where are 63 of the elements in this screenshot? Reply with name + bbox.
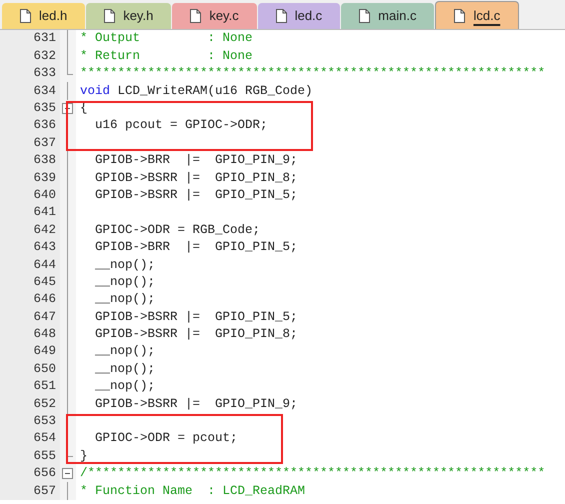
code-line: GPIOB->BSRR |= GPIO_PIN_8; — [94, 170, 298, 185]
line-number: 655 — [33, 450, 56, 462]
line-number: 634 — [33, 84, 56, 98]
code-line: GPIOB->BSRR |= GPIO_PIN_5; — [94, 310, 298, 324]
code-line: u16 pcout = GPIOC->ODR; — [94, 118, 268, 132]
code-line: GPIOC->ODR = RGB_Code; — [94, 222, 260, 237]
code-line: * Output : None — [80, 31, 253, 46]
line-number: 649 — [33, 345, 56, 358]
line-number: 635 — [33, 102, 56, 114]
line-number: 640 — [33, 188, 56, 202]
line-number: 646 — [33, 293, 56, 306]
code-line: GPIOB->BSRR |= GPIO_PIN_9; — [94, 396, 298, 411]
line-number: 654 — [33, 432, 56, 445]
code-line: __nop(); — [94, 362, 156, 376]
document-icon — [190, 9, 202, 23]
code-line: * Return : None — [80, 48, 253, 63]
line-number: 642 — [33, 224, 56, 236]
file-tab[interactable]: lcd.c — [435, 1, 520, 29]
document-icon — [359, 9, 370, 23]
line-number: 637 — [33, 136, 56, 150]
line-number: 653 — [33, 415, 56, 428]
line-number: 656 — [33, 467, 56, 480]
line-number: 638 — [33, 154, 56, 167]
line-number: 651 — [33, 380, 56, 393]
line-number: 650 — [33, 362, 56, 376]
code-line: void LCD_WriteRAM(u16 RGB_Code) — [80, 84, 313, 98]
code-line: __nop(); — [94, 274, 156, 289]
document-icon — [276, 9, 287, 23]
code-line: GPIOB->BSRR |= GPIO_PIN_8; — [94, 327, 298, 342]
code-line: GPIOB->BRR |= GPIO_PIN_5; — [94, 240, 298, 254]
line-number: 643 — [33, 241, 56, 254]
line-number: 636 — [33, 119, 56, 132]
collapse-icon[interactable] — [62, 468, 73, 479]
line-number: 633 — [33, 67, 56, 80]
file-tab[interactable]: led.c — [258, 3, 340, 29]
code-line: __nop(); — [94, 379, 156, 394]
code-line: /************************************************************* — [80, 466, 546, 480]
document-icon — [104, 9, 116, 23]
line-number: 639 — [33, 172, 56, 184]
document-icon — [20, 9, 31, 23]
code-line: __nop(); — [94, 292, 156, 306]
code-line: } — [80, 448, 88, 463]
document-icon — [454, 8, 466, 22]
code-line: __nop(); — [94, 258, 156, 272]
line-number: 644 — [33, 258, 56, 272]
code-line: GPIOB->BSRR |= GPIO_PIN_5; — [94, 188, 298, 202]
code-line: GPIOC->ODR = pcout; — [94, 431, 238, 446]
line-number: 641 — [33, 206, 56, 219]
file-tab[interactable]: key.h — [86, 3, 172, 29]
code-line: ************************************************************** — [80, 66, 546, 80]
line-number: 647 — [33, 310, 56, 324]
line-number: 631 — [33, 32, 56, 45]
file-tab[interactable]: led.h — [2, 3, 86, 29]
file-tab[interactable]: key.c — [172, 3, 257, 29]
line-number: 652 — [33, 398, 56, 410]
code-line: __nop(); — [94, 344, 156, 358]
line-number: 632 — [33, 50, 56, 62]
line-number: 645 — [33, 276, 56, 288]
code-line: * Function Name : LCD_ReadRAM — [80, 484, 306, 498]
line-number: 648 — [33, 328, 56, 341]
line-number: 657 — [33, 484, 56, 498]
code-line: GPIOB->BRR |= GPIO_PIN_9; — [94, 153, 298, 168]
file-tab[interactable]: main.c — [341, 3, 434, 29]
